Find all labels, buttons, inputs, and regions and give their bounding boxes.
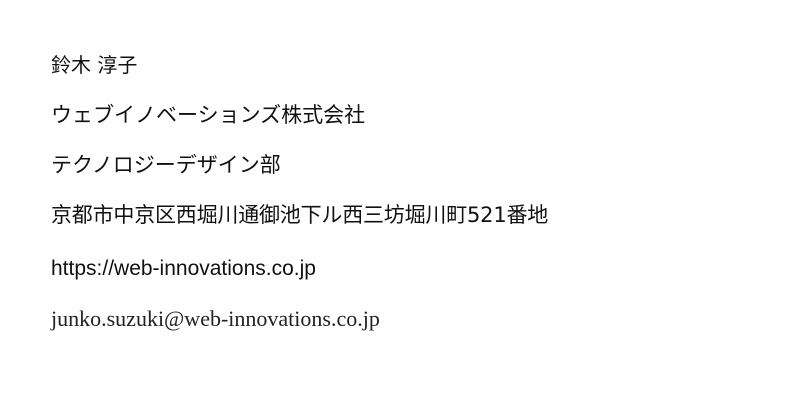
email-address: junko.suzuki@web-innovations.co.jp bbox=[51, 306, 380, 331]
postal-address: 京都市中京区西堀川通御池下ル西三坊堀川町521番地 bbox=[51, 203, 549, 227]
company-name: ウェブイノベーションズ株式会社 bbox=[51, 103, 366, 127]
contact-name: 鈴木 淳子 bbox=[51, 53, 138, 77]
department-name: テクノロジーデザイン部 bbox=[51, 153, 281, 177]
website-url: https://web-innovations.co.jp bbox=[51, 257, 316, 280]
contact-card: 鈴木 淳子 ウェブイノベーションズ株式会社 テクノロジーデザイン部 京都市中京区… bbox=[0, 0, 800, 400]
